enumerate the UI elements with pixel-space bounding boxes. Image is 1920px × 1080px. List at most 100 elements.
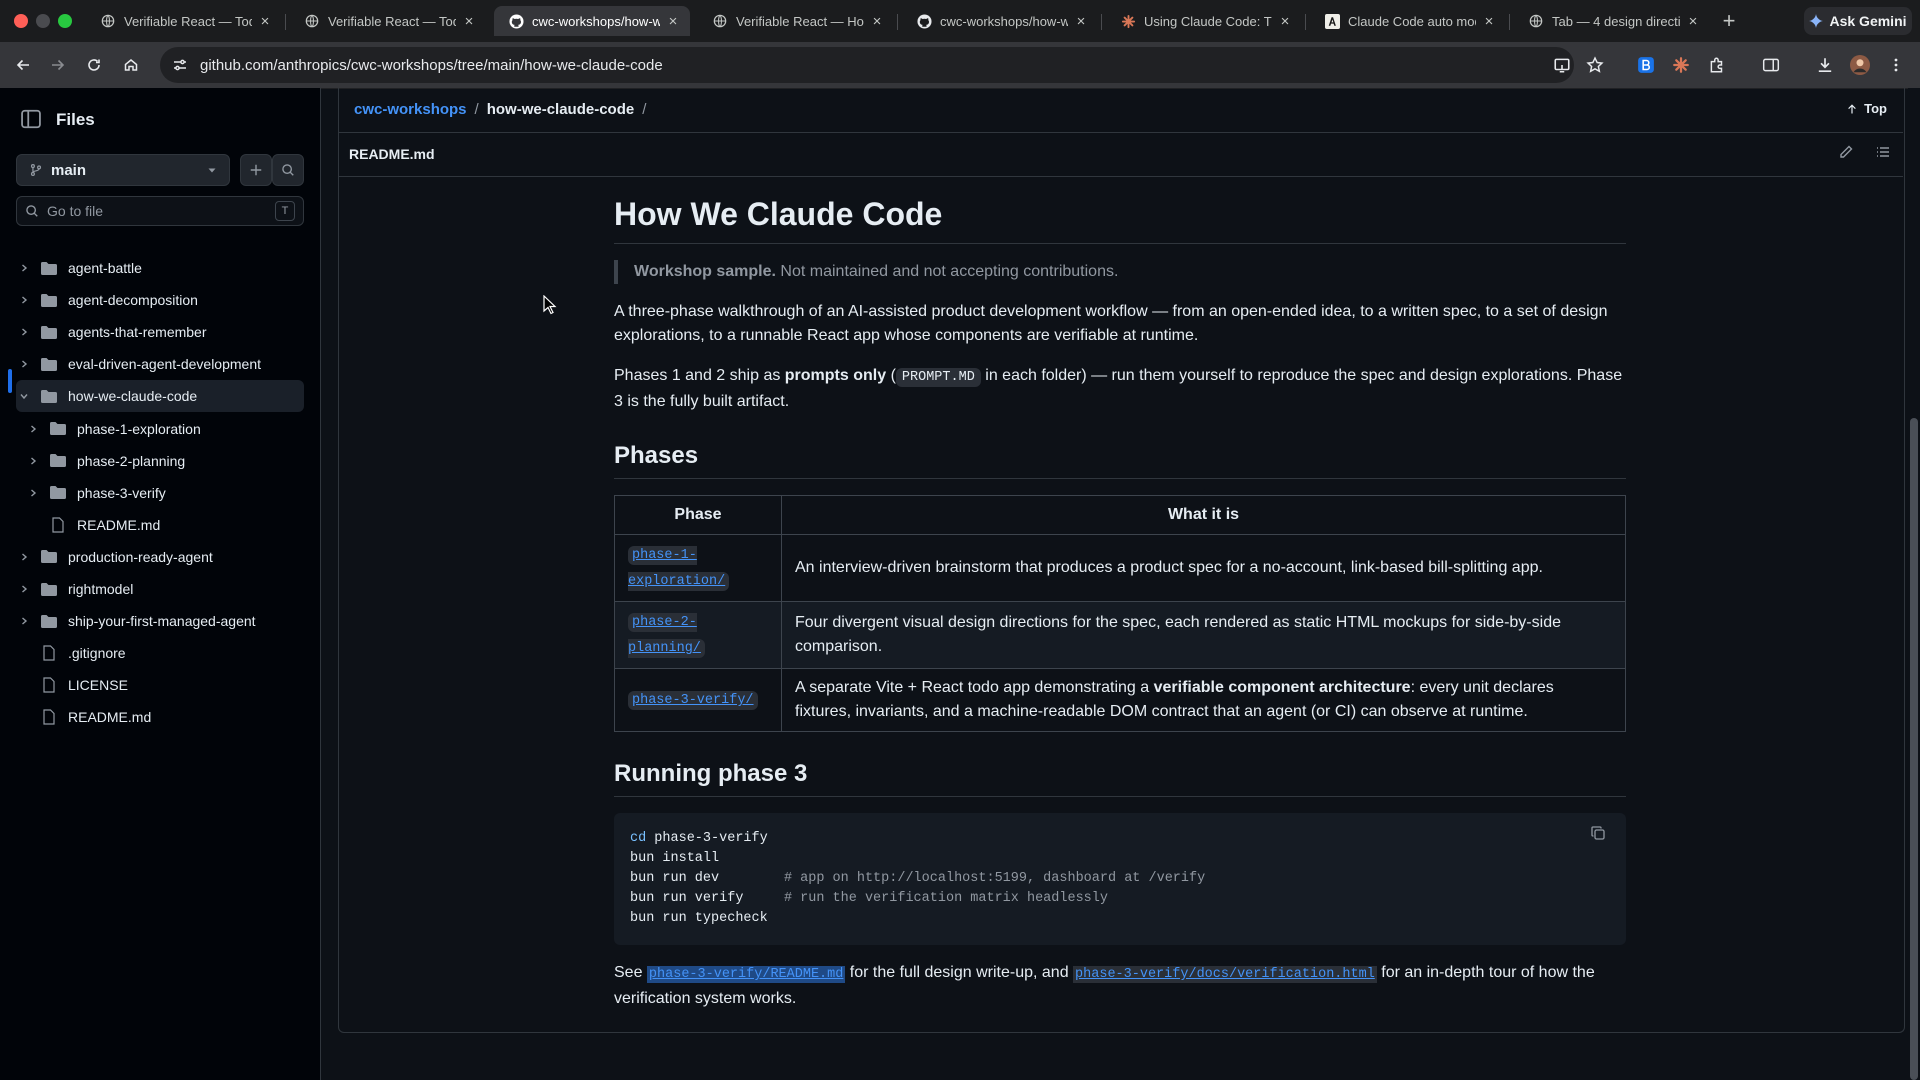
tree-item[interactable]: rightmodel <box>16 573 304 605</box>
tree-item-label: phase-3-verify <box>77 484 166 501</box>
tree-item-label: phase-2-planning <box>77 452 186 469</box>
tab-title: Verifiable React — Todo <box>124 13 252 29</box>
chevron-right-icon[interactable] <box>25 456 41 466</box>
scrollbar-thumb[interactable] <box>1910 418 1918 1080</box>
code-line: bun run typecheck <box>630 911 768 926</box>
outline-list-icon[interactable] <box>1875 144 1895 164</box>
globe-icon <box>100 13 116 29</box>
readme-title: How We Claude Code <box>614 196 1626 244</box>
phase-1-link[interactable]: phase-1-exploration/ <box>628 546 730 591</box>
extension-b-icon[interactable] <box>1632 51 1660 79</box>
tree-item[interactable]: LICENSE <box>16 669 304 701</box>
breadcrumb-repo-link[interactable]: cwc-workshops <box>354 101 467 118</box>
tree-item[interactable]: phase-1-exploration <box>16 413 304 445</box>
chevron-down-icon[interactable] <box>16 391 32 401</box>
forward-button[interactable] <box>44 51 72 79</box>
close-tab-icon[interactable]: × <box>256 13 274 30</box>
chevron-right-icon[interactable] <box>16 263 32 273</box>
bookmark-star-icon[interactable] <box>1581 51 1609 79</box>
file-icon <box>38 709 60 725</box>
notice-bold: Workshop sample. <box>634 263 776 280</box>
tree-item[interactable]: agents-that-remember <box>16 316 304 348</box>
edit-pencil-icon[interactable] <box>1838 144 1858 164</box>
chevron-right-icon[interactable] <box>16 327 32 337</box>
go-to-file-field[interactable]: T <box>16 196 304 226</box>
chevron-right-icon[interactable] <box>16 616 32 626</box>
tree-item[interactable]: agent-battle <box>16 252 304 284</box>
site-settings-icon[interactable] <box>160 57 200 73</box>
browser-tab[interactable]: Tab — 4 design directio × <box>1514 6 1710 36</box>
phase-2-link[interactable]: phase-2-planning/ <box>628 613 705 658</box>
close-tab-icon[interactable]: × <box>868 13 886 30</box>
fullscreen-window-button[interactable] <box>58 14 72 28</box>
close-tab-icon[interactable]: × <box>1480 13 1498 30</box>
tree-item[interactable]: how-we-claude-code <box>16 380 304 413</box>
chevron-right-icon[interactable] <box>16 552 32 562</box>
phase-3-link[interactable]: phase-3-verify/ <box>628 691 758 710</box>
code-line: bun run dev # app on http://localhost:51… <box>630 871 1206 886</box>
folder-icon <box>38 549 60 564</box>
copy-icon[interactable] <box>1590 825 1610 845</box>
top-label: Top <box>1864 101 1887 116</box>
tree-item[interactable]: production-ready-agent <box>16 541 304 573</box>
code-line: bun run verify # run the verification ma… <box>630 891 1108 906</box>
minimize-window-button[interactable] <box>36 14 50 28</box>
readme-link[interactable]: phase-3-verify/README.md <box>646 966 846 983</box>
branch-selector[interactable]: main <box>16 154 230 186</box>
browser-tab[interactable]: cwc-workshops/how-we × <box>902 6 1098 36</box>
close-tab-icon[interactable]: × <box>1684 13 1702 30</box>
table-header-phase: Phase <box>614 495 782 535</box>
intro-paragraph: A three-phase walkthrough of an AI-assis… <box>614 303 1608 344</box>
browser-tab[interactable]: Verifiable React — Todo × <box>86 6 282 36</box>
side-panel-icon[interactable] <box>1757 51 1785 79</box>
folder-icon <box>47 485 69 500</box>
tree-item[interactable]: phase-3-verify <box>16 477 304 509</box>
browser-menu-icon[interactable] <box>1882 51 1910 79</box>
close-tab-icon[interactable]: × <box>460 13 478 30</box>
table-row: phase-1-exploration/ An interview-driven… <box>614 534 1626 602</box>
chevron-right-icon[interactable] <box>16 295 32 305</box>
add-file-button[interactable] <box>240 154 272 186</box>
cast-icon[interactable] <box>1548 51 1576 79</box>
browser-tab[interactable]: Using Claude Code: The × <box>1106 6 1302 36</box>
reload-button[interactable] <box>80 51 108 79</box>
chevron-right-icon[interactable] <box>16 359 32 369</box>
new-tab-button[interactable]: + <box>1716 8 1742 34</box>
home-button[interactable] <box>117 51 145 79</box>
tree-item[interactable]: README.md <box>16 509 304 541</box>
download-icon[interactable] <box>1811 51 1839 79</box>
go-to-file-input[interactable] <box>45 202 275 220</box>
chevron-right-icon[interactable] <box>25 424 41 434</box>
running-heading: Running phase 3 <box>614 760 1626 797</box>
tree-item[interactable]: phase-2-planning <box>16 445 304 477</box>
tab-title: Verifiable React — How <box>736 13 864 29</box>
profile-avatar[interactable] <box>1846 51 1874 79</box>
close-tab-icon[interactable]: × <box>664 13 682 30</box>
selected-indicator <box>8 369 12 393</box>
verification-doc-link[interactable]: phase-3-verify/docs/verification.html <box>1073 966 1377 983</box>
close-window-button[interactable] <box>14 14 28 28</box>
breadcrumb-bar: cwc-workshops / how-we-claude-code / Top <box>338 88 1903 133</box>
chevron-right-icon[interactable] <box>16 584 32 594</box>
back-button[interactable] <box>9 51 37 79</box>
tree-item[interactable]: .gitignore <box>16 637 304 669</box>
tree-item[interactable]: agent-decomposition <box>16 284 304 316</box>
browser-tab[interactable]: Claude Code auto mode × <box>1310 6 1506 36</box>
tree-item[interactable]: ship-your-first-managed-agent <box>16 605 304 637</box>
address-bar[interactable]: github.com/anthropics/cwc-workshops/tree… <box>160 47 1574 83</box>
close-tab-icon[interactable]: × <box>1276 13 1294 30</box>
browser-tab-active[interactable]: cwc-workshops/how-we × <box>494 6 690 36</box>
notice-text: Not maintained and not accepting contrib… <box>775 263 1119 280</box>
tree-item[interactable]: eval-driven-agent-development <box>16 348 304 380</box>
browser-tab[interactable]: Verifiable React — Todo × <box>290 6 486 36</box>
browser-tab[interactable]: Verifiable React — How × <box>698 6 894 36</box>
search-files-button[interactable] <box>272 154 304 186</box>
collapse-sidebar-icon[interactable] <box>20 108 42 130</box>
back-to-top-button[interactable]: Top <box>1846 101 1887 116</box>
close-tab-icon[interactable]: × <box>1072 13 1090 30</box>
extension-claude-icon[interactable] <box>1667 51 1695 79</box>
ask-gemini-button[interactable]: Ask Gemini <box>1804 7 1912 35</box>
chevron-right-icon[interactable] <box>25 488 41 498</box>
tree-item[interactable]: README.md <box>16 701 304 733</box>
extensions-puzzle-icon[interactable] <box>1703 51 1731 79</box>
